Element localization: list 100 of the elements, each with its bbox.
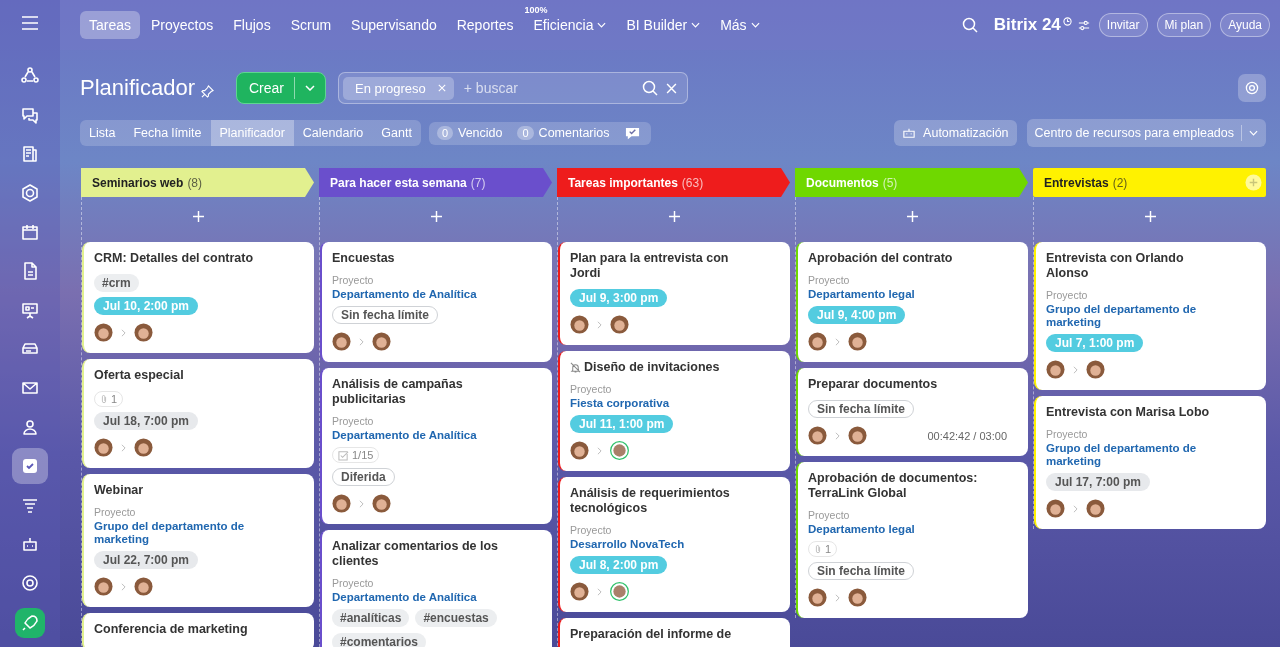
nav-tab[interactable]: Scrum [281,11,341,39]
task-title[interactable]: Plan para la entrevista con Jordi [570,251,740,281]
task-title[interactable]: Analizar comentarios de los clientes [332,539,502,569]
nav-tab[interactable]: Más [711,11,769,39]
task-title[interactable]: Análisis de campañas publicitarias [332,377,502,407]
add-task-icon[interactable] [192,211,204,222]
header-button[interactable]: Invitar [1098,13,1148,37]
avatar[interactable] [94,438,113,457]
avatar[interactable] [94,323,113,342]
deadline-badge[interactable]: Sin fecha límite [332,306,439,324]
deadline-badge[interactable]: Sin fecha límite [808,400,915,418]
column-header[interactable]: Tareas importantes (63) [557,168,790,197]
task-title[interactable]: Webinar [94,483,144,498]
project-link[interactable]: Departamento de Analítica [332,288,477,301]
task-title[interactable]: Análisis de requerimientos tecnológicos [570,486,740,516]
project-link[interactable]: Departamento de Analítica [332,591,477,604]
column-header[interactable]: Seminarios web (8) [81,168,314,197]
nav-tab[interactable]: Supervisando [342,11,446,39]
task-title[interactable]: Oferta especial [94,368,184,383]
avatar[interactable] [332,332,351,351]
task-card[interactable]: Conferencia de marketing [82,613,314,647]
task-card[interactable]: Entrevista con Marisa Lobo Proyecto Grupo del departamento de marketing Jul 17, 7:00 pm [1034,396,1266,529]
task-title[interactable]: Entrevista con Orlando Alonso [1046,251,1216,281]
add-task-icon[interactable] [906,211,918,222]
add-task-icon[interactable] [430,211,442,222]
avatar[interactable] [1086,499,1105,518]
avatar[interactable] [372,494,391,513]
avatar[interactable] [94,577,113,596]
nav-tab[interactable]: BI Builder [617,11,710,39]
project-link[interactable]: Desarrollo NovaTech [570,538,685,551]
task-card[interactable]: CRM: Detalles del contrato #crm Jul 10, 2:00 pm [82,242,314,353]
task-card[interactable]: Diseño de invitaciones Proyecto Fiesta corporativa Jul 11, 1:00 pm [558,351,790,471]
avatar[interactable] [1046,360,1065,379]
close-icon[interactable] [665,82,677,94]
avatar[interactable] [1046,499,1065,518]
task-title[interactable]: CRM: Detalles del contrato [94,251,254,266]
task-card[interactable]: Preparación del informe de [558,618,790,647]
avatar[interactable] [808,588,827,607]
menu-icon[interactable] [21,16,39,30]
chat-check-icon[interactable] [624,125,642,141]
nav-tab[interactable]: Reportes [447,11,523,39]
nav-tab[interactable]: Flujos [224,11,280,39]
header-button[interactable]: Mi plan [1156,13,1212,37]
rocket-icon[interactable] [15,608,45,638]
task-title[interactable]: Encuestas [332,251,395,266]
avatar[interactable] [610,441,629,460]
avatar[interactable] [808,332,827,351]
avatar[interactable] [848,426,867,445]
task-card[interactable]: Entrevista con Orlando Alonso Proyecto Grupo del departamento de marketing Jul 7, 1:00 pm [1034,242,1266,390]
column-header[interactable]: Para hacer esta semana (7) [319,168,552,197]
avatar[interactable] [808,426,827,445]
tag[interactable]: #encuestas [415,609,497,627]
tasks-icon[interactable] [12,448,48,484]
task-card[interactable]: Análisis de requerimientos tecnológicos Proyecto Desarrollo NovaTech Jul 8, 2:00 pm [558,477,790,612]
nav-tab[interactable]: Proyectos [142,11,223,39]
task-card[interactable]: Aprobación de documentos: TerraLink Global Proyecto Departamento legal 1 Sin fecha límite [796,462,1028,618]
project-link[interactable]: Grupo del departamento de marketing [94,520,264,546]
project-link[interactable]: Departamento legal [808,523,915,536]
task-title[interactable]: Entrevista con Marisa Lobo [1046,405,1210,420]
header-button[interactable]: Ayuda [1220,13,1270,37]
avatar[interactable] [372,332,391,351]
task-card[interactable]: Encuestas Proyecto Departamento de Analítica Sin fecha límite [320,242,552,362]
avatar[interactable] [610,315,629,334]
search-icon[interactable] [961,17,978,33]
task-title[interactable]: Preparación del informe de [570,627,732,642]
task-title[interactable]: Preparar documentos [808,377,938,392]
project-link[interactable]: Departamento de Analítica [332,429,477,442]
task-card[interactable]: Oferta especial 1 Jul 18, 7:00 pm [82,359,314,468]
project-link[interactable]: Fiesta corporativa [570,397,670,410]
task-card[interactable]: Analizar comentarios de los clientes Proyecto Departamento de Analítica #analíticas #encuestas #comentarios [320,530,552,647]
project-link[interactable]: Departamento legal [808,288,915,301]
add-task-icon[interactable] [668,211,680,222]
avatar[interactable] [848,332,867,351]
deadline-badge[interactable]: Jul 18, 7:00 pm [94,412,199,430]
avatar[interactable] [1086,360,1105,379]
tag[interactable]: #comentarios [332,633,427,647]
task-title[interactable]: Aprobación de documentos: TerraLink Global [808,471,978,501]
column-header[interactable]: Entrevistas (2) [1033,168,1266,197]
avatar[interactable] [134,438,153,457]
task-title[interactable]: Diseño de invitaciones [584,360,720,375]
deadline-badge[interactable]: Sin fecha límite [808,562,915,580]
avatar[interactable] [332,494,351,513]
tag[interactable]: #analíticas [332,609,410,627]
add-task-icon[interactable] [1144,211,1156,222]
deadline-badge[interactable]: Jul 17, 7:00 pm [1046,473,1151,491]
project-link[interactable]: Grupo del departamento de marketing [1046,442,1216,468]
task-title[interactable]: Aprobación del contrato [808,251,953,266]
avatar[interactable] [848,588,867,607]
settings-button[interactable] [1238,74,1266,102]
avatar[interactable] [570,441,589,460]
avatar[interactable] [610,582,629,601]
sliders-icon[interactable] [1077,19,1090,31]
avatar[interactable] [570,582,589,601]
tag[interactable]: #crm [94,274,139,292]
task-card[interactable]: Preparar documentos Sin fecha límite 00:42:42 / 03:00 [796,368,1028,456]
task-card[interactable]: Plan para la entrevista con Jordi Jul 9, 3:00 pm [558,242,790,345]
task-card[interactable]: Aprobación del contrato Proyecto Departamento legal Jul 9, 4:00 pm [796,242,1028,362]
task-card[interactable]: Webinar Proyecto Grupo del departamento de marketing Jul 22, 7:00 pm [82,474,314,607]
search-icon[interactable] [641,80,658,96]
avatar[interactable] [134,323,153,342]
